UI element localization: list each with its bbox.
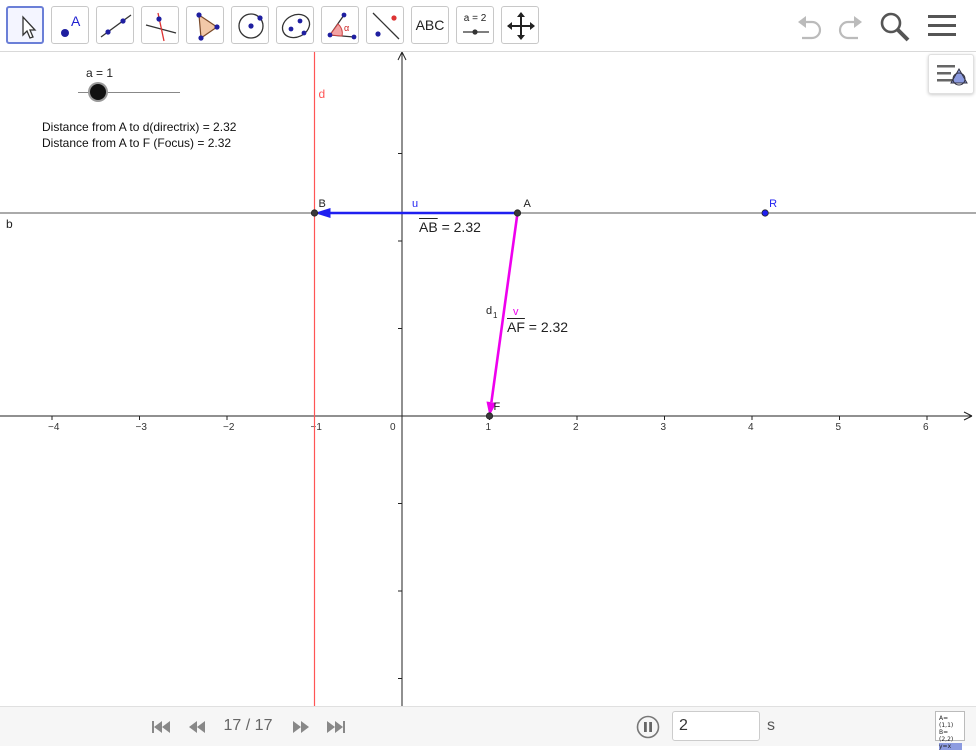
- af-length-label: AF = 2.32: [507, 319, 568, 335]
- bottom-bar: 17 / 17 s A=(1,1) B=(2,2) y=x: [0, 706, 976, 750]
- label-d: d: [319, 87, 326, 101]
- x-tick-label: −3: [136, 422, 148, 433]
- previous-step-icon[interactable]: [186, 717, 210, 737]
- line-icon: [100, 14, 132, 38]
- af-length-value: = 2.32: [528, 319, 569, 335]
- graphics-canvas[interactable]: −4 −3 −2 −1 0 1 2 3 4 5 6 dbB A RFuvd 1: [0, 52, 976, 706]
- perpendicular-line-tool[interactable]: [141, 6, 179, 44]
- point-f: [485, 412, 494, 420]
- line-tool[interactable]: [96, 6, 134, 44]
- label-b: b: [6, 217, 13, 231]
- circle-icon: [238, 13, 264, 39]
- x-tick-label: 4: [748, 422, 754, 433]
- distance-directrix-text: Distance from A to d(directrix) = 2.32: [42, 120, 237, 134]
- style-bar-icon: [937, 65, 968, 86]
- label-point-r: R: [769, 198, 777, 210]
- polygon-icon: [196, 12, 220, 41]
- x-tick-label: 0: [390, 422, 396, 433]
- algebra-icon-line: B=(2,2): [939, 729, 954, 743]
- ellipse-icon: [281, 13, 311, 39]
- reflect-icon: [372, 12, 400, 40]
- step-counter: 17 / 17: [223, 717, 273, 734]
- x-tick-label: 3: [661, 422, 667, 433]
- x-tick-label: 5: [836, 422, 842, 433]
- menu-button[interactable]: [924, 8, 960, 44]
- first-step-icon[interactable]: [149, 717, 173, 737]
- af-segment-name: AF: [507, 319, 525, 335]
- move-arrows-icon: [507, 12, 535, 40]
- x-tick-label: −1: [311, 422, 323, 433]
- menu-icon: [928, 15, 956, 36]
- distance-focus-text: Distance from A to F (Focus) = 2.32: [42, 136, 232, 150]
- redo-button[interactable]: [830, 8, 866, 44]
- algebra-icon-line: y=x: [939, 743, 962, 750]
- point-a: [513, 209, 522, 217]
- toolbar: A α ABC a = 2: [0, 0, 976, 52]
- style-bar-toggle-button[interactable]: [928, 54, 974, 94]
- ellipse-tool[interactable]: [276, 6, 314, 44]
- point-tool[interactable]: A: [51, 6, 89, 44]
- angle-tool[interactable]: α: [321, 6, 359, 44]
- x-tick-label: −4: [48, 422, 60, 433]
- slider-tool[interactable]: a = 2: [456, 6, 494, 44]
- label-segment-d1-subscript: 1: [493, 311, 498, 320]
- label-vector-u: u: [412, 198, 418, 210]
- polygon-tool[interactable]: [186, 6, 224, 44]
- move-graphics-view-tool[interactable]: [501, 6, 539, 44]
- text-tool-label: ABC: [415, 17, 445, 33]
- circle-tool[interactable]: [231, 6, 269, 44]
- point-tool-label: A: [71, 13, 81, 29]
- angle-icon: [327, 12, 357, 40]
- speed-input[interactable]: [672, 711, 760, 741]
- ab-length-value: = 2.32: [441, 219, 481, 235]
- angle-tool-label: α: [344, 23, 350, 33]
- text-tool[interactable]: ABC: [411, 6, 449, 44]
- perpendicular-icon: [145, 12, 177, 42]
- pause-icon[interactable]: [636, 715, 660, 739]
- x-tick-label: 1: [486, 422, 492, 433]
- algebra-view-button[interactable]: A=(1,1) B=(2,2) y=x: [935, 711, 965, 750]
- x-tick-label: 6: [923, 422, 929, 433]
- ab-segment-name: AB: [419, 219, 438, 235]
- label-point-b: B: [319, 198, 326, 210]
- algebra-view-icon: A=(1,1) B=(2,2) y=x: [936, 712, 964, 750]
- label-point-f: F: [494, 401, 501, 413]
- search-icon: [880, 12, 910, 42]
- undo-icon: [798, 16, 822, 40]
- move-tool[interactable]: [6, 6, 44, 44]
- slider-label: a = 1: [86, 66, 114, 80]
- x-tick-label: 2: [573, 422, 579, 433]
- label-vector-v: v: [513, 306, 519, 318]
- search-button[interactable]: [876, 8, 912, 44]
- x-tick-label: −2: [223, 422, 235, 433]
- ab-length-label: AB = 2.32: [419, 219, 481, 235]
- last-step-icon[interactable]: [324, 717, 348, 737]
- speed-unit-label: s: [767, 717, 775, 734]
- redo-icon: [838, 16, 862, 40]
- point-r: [761, 209, 769, 217]
- undo-button[interactable]: [794, 8, 830, 44]
- algebra-icon-line: A=(1,1): [939, 715, 954, 729]
- graphics-view[interactable]: −4 −3 −2 −1 0 1 2 3 4 5 6 dbBARFuvd1 a = 1 Distanc…: [0, 52, 976, 706]
- label-segment-d1: d: [486, 305, 492, 317]
- point-b: [310, 209, 319, 217]
- slider-icon: [463, 29, 489, 35]
- label-point-a: A: [524, 198, 532, 210]
- next-step-icon[interactable]: [288, 717, 312, 737]
- cursor-arrow-icon: [22, 15, 37, 39]
- reflect-tool[interactable]: [366, 6, 404, 44]
